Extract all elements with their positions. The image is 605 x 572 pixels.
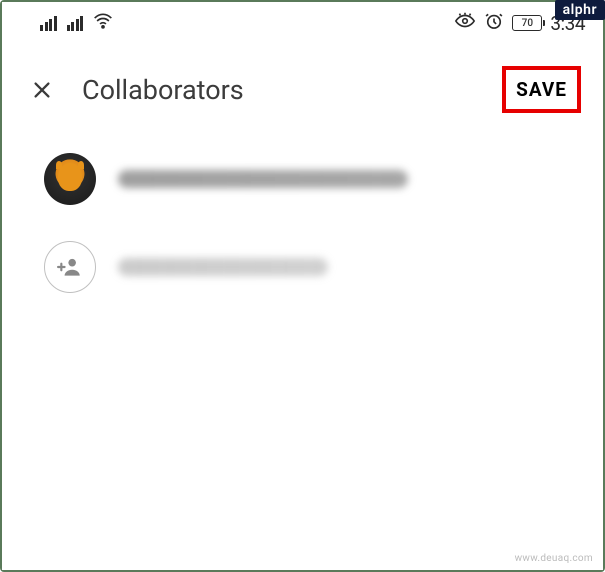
signal-icon: [40, 15, 57, 31]
battery-icon: 70: [512, 15, 542, 31]
signal-icon: [67, 15, 84, 31]
add-collaborator-row[interactable]: [44, 241, 573, 293]
visibility-icon: [454, 10, 476, 37]
watermark: www.deuaq.com: [515, 553, 593, 564]
app-header: Collaborators SAVE: [2, 40, 603, 123]
status-bar: 70 3:34: [2, 2, 603, 40]
wifi-icon: [93, 11, 113, 36]
add-person-icon: [44, 241, 96, 293]
page-title: Collaborators: [82, 74, 474, 106]
collaborator-list: [2, 123, 603, 293]
add-collaborator-input[interactable]: [118, 258, 328, 276]
save-button[interactable]: SAVE: [502, 66, 581, 113]
alphr-badge: alphr: [555, 0, 605, 20]
collaborator-row[interactable]: [44, 153, 573, 205]
avatar: [44, 153, 96, 205]
collaborator-email: [118, 170, 408, 188]
alarm-icon: [484, 11, 504, 36]
close-icon[interactable]: [30, 78, 54, 102]
